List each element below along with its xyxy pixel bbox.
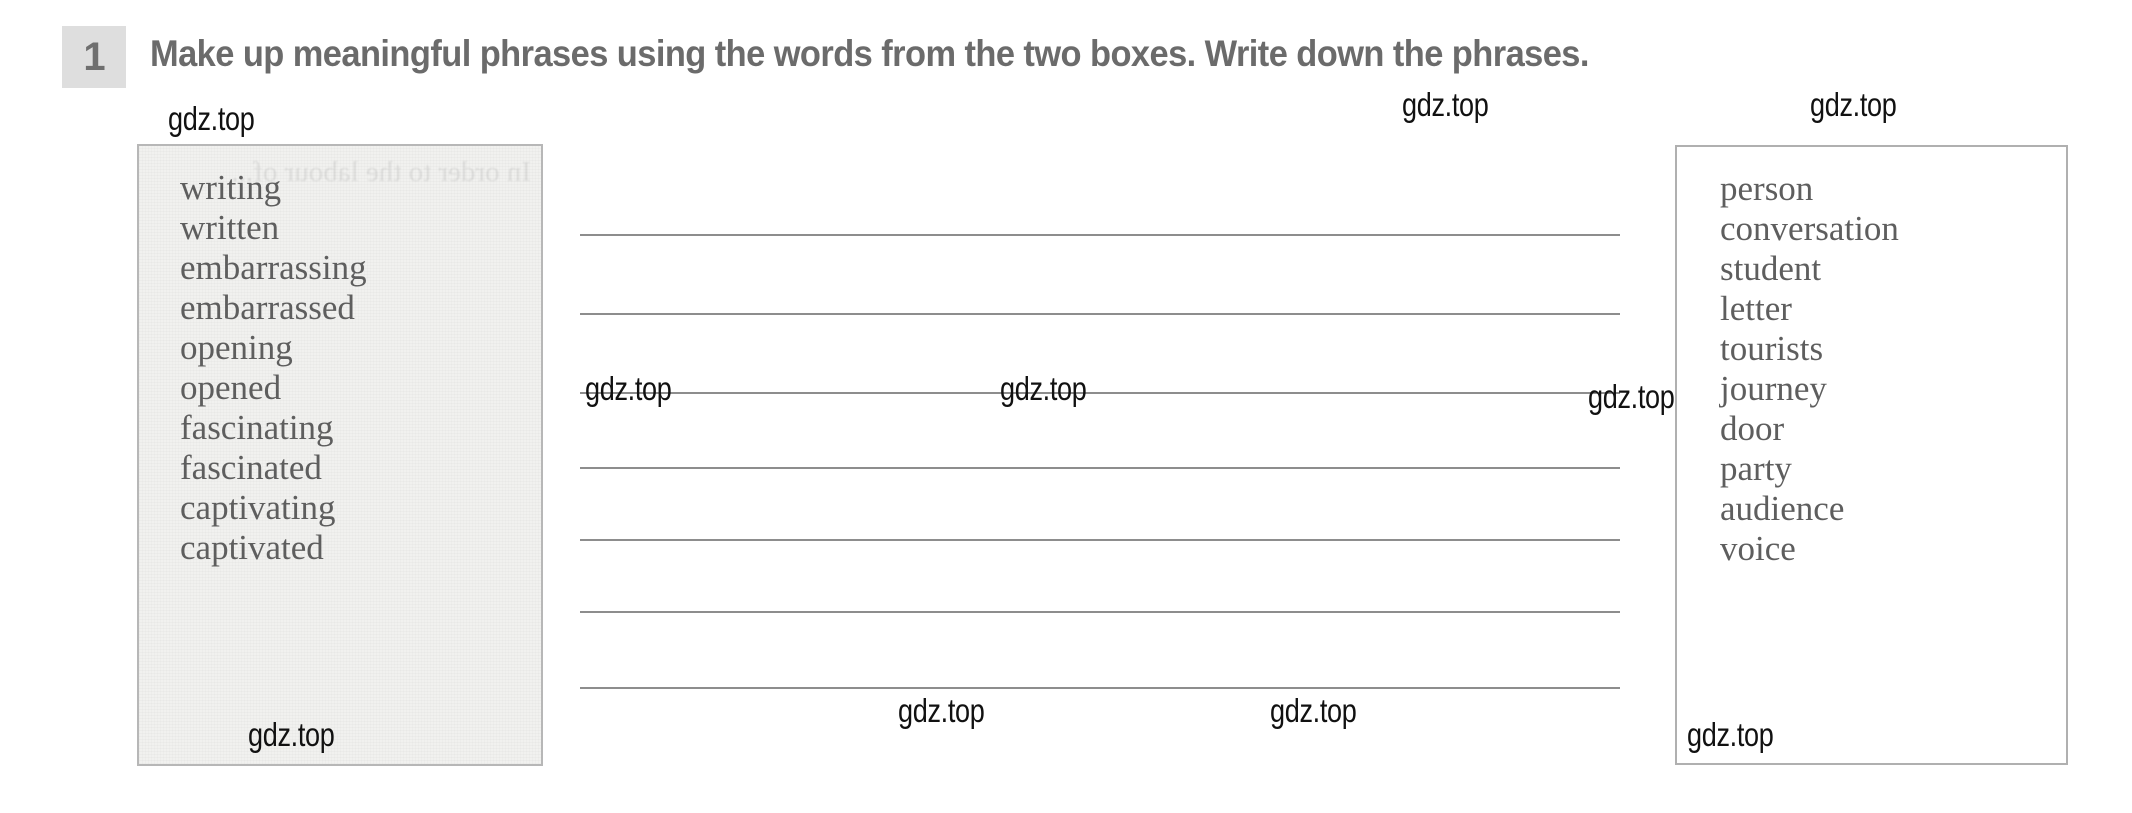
- list-item: embarrassing: [180, 248, 367, 287]
- list-item: fascinating: [180, 408, 334, 447]
- watermark: gdz.top: [168, 100, 255, 137]
- list-item: captivated: [180, 528, 324, 567]
- right-word-list: person conversation student letter touri…: [1720, 169, 1899, 569]
- answer-line[interactable]: [580, 687, 1620, 689]
- watermark: gdz.top: [1810, 86, 1897, 123]
- answer-line[interactable]: [580, 392, 1620, 394]
- answer-line[interactable]: [580, 539, 1620, 541]
- list-item: student: [1720, 249, 1822, 288]
- list-item: door: [1720, 409, 1785, 448]
- answer-line[interactable]: [580, 611, 1620, 613]
- list-item: embarrassed: [180, 288, 355, 327]
- right-word-box: person conversation student letter touri…: [1675, 145, 2068, 765]
- list-item: conversation: [1720, 209, 1899, 248]
- list-item: fascinated: [180, 448, 322, 487]
- answer-lines-area: [580, 0, 1620, 813]
- left-word-box: In order to the labour of... writing wri…: [137, 144, 543, 766]
- list-item: person: [1720, 169, 1814, 208]
- list-item: voice: [1720, 529, 1796, 568]
- list-item: party: [1720, 449, 1792, 488]
- list-item: captivating: [180, 488, 336, 527]
- list-item: letter: [1720, 289, 1792, 328]
- list-item: journey: [1720, 369, 1827, 408]
- list-item: opened: [180, 368, 282, 407]
- list-item: tourists: [1720, 329, 1824, 368]
- list-item: written: [180, 208, 280, 247]
- list-item: writing: [180, 168, 282, 207]
- left-word-list: writing written embarrassing embarrassed…: [180, 168, 367, 568]
- answer-line[interactable]: [580, 234, 1620, 236]
- answer-line[interactable]: [580, 467, 1620, 469]
- answer-line[interactable]: [580, 313, 1620, 315]
- worksheet-page: 1 Make up meaningful phrases using the w…: [0, 0, 2132, 813]
- list-item: audience: [1720, 489, 1845, 528]
- list-item: opening: [180, 328, 293, 367]
- exercise-number-badge: 1: [62, 26, 126, 88]
